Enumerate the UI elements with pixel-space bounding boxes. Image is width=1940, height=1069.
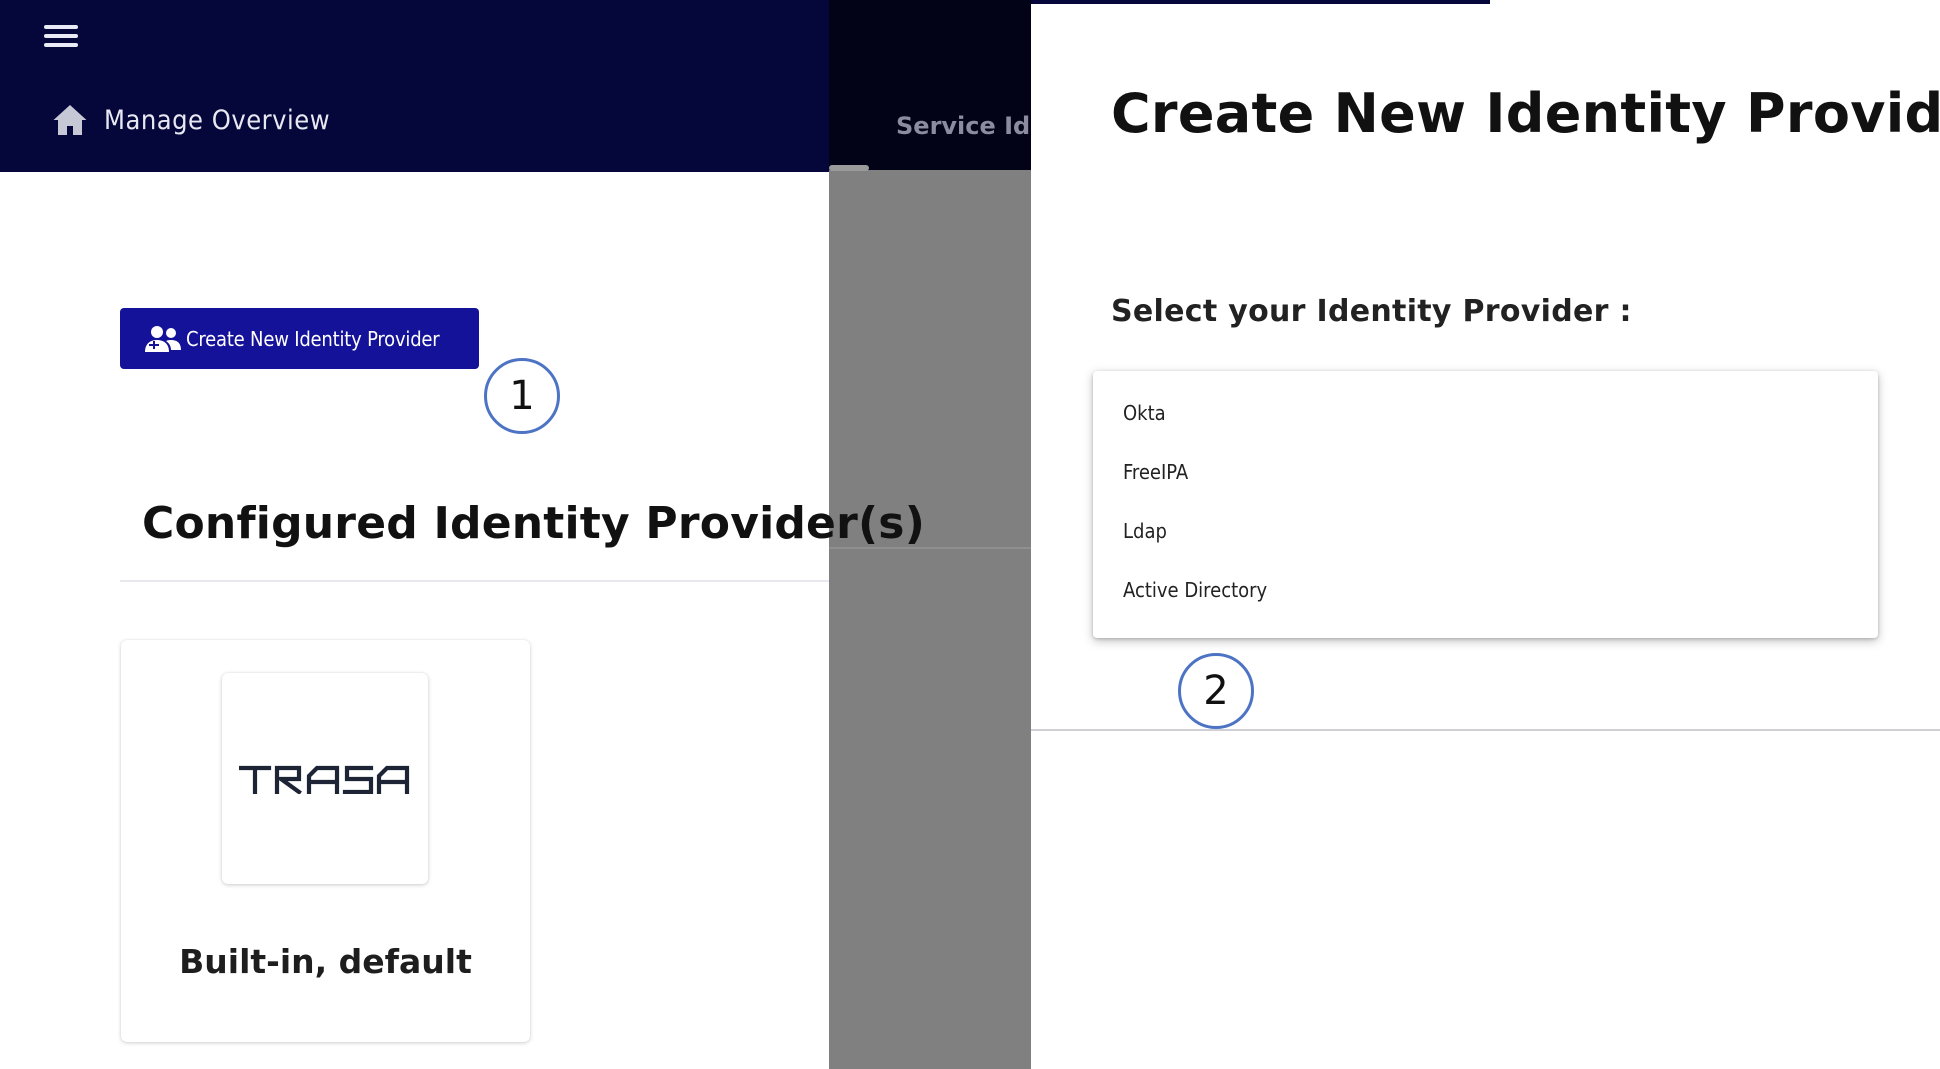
provider-logo	[222, 673, 428, 884]
add-users-icon	[145, 325, 181, 352]
provider-select-label: Select your Identity Provider :	[1111, 294, 1632, 329]
step-marker-2: 2	[1178, 653, 1254, 729]
section-title: Configured Identity Provider(s)	[142, 498, 926, 549]
provider-dropdown-menu: Okta FreeIPA Ldap Active Directory	[1093, 371, 1878, 638]
dropdown-option-active-directory[interactable]: Active Directory	[1093, 560, 1878, 619]
tab-indicator	[829, 165, 869, 171]
trasa-logo	[239, 765, 410, 794]
create-button-label: Create New Identity Provider	[186, 326, 440, 351]
home-icon	[53, 105, 87, 135]
backdrop-appbar	[829, 0, 1031, 170]
breadcrumb-label: Manage Overview	[104, 104, 331, 136]
tab-service-identity-providers: Service Identity Providers	[896, 112, 1031, 140]
dropdown-option-ldap[interactable]: Ldap	[1093, 501, 1878, 560]
identity-provider-card[interactable]: Built-in, default	[121, 640, 530, 1042]
app-bar: Manage Overview	[0, 0, 829, 172]
breadcrumb[interactable]: Manage Overview	[52, 100, 330, 140]
provider-name: Built-in, default	[179, 942, 472, 981]
dropdown-option-okta[interactable]: Okta	[1093, 383, 1878, 442]
create-identity-provider-button[interactable]: Create New Identity Provider	[120, 308, 479, 369]
dropdown-option-freeipa[interactable]: FreeIPA	[1093, 442, 1878, 501]
hamburger-menu-icon[interactable]	[40, 20, 82, 56]
dialog-title: Create New Identity Provider	[1111, 82, 1940, 145]
screenshot-root: Manage Overview Service Identity Provide…	[0, 0, 1940, 1069]
step-marker-1: 1	[484, 358, 560, 434]
section-divider	[120, 580, 829, 582]
